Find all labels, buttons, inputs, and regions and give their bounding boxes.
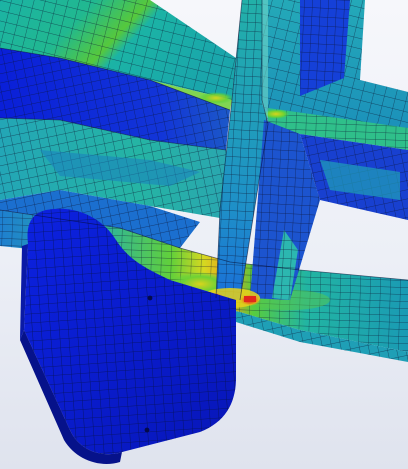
fea-mesh-scene [0, 0, 408, 464]
fea-viewport[interactable] [0, 0, 408, 469]
